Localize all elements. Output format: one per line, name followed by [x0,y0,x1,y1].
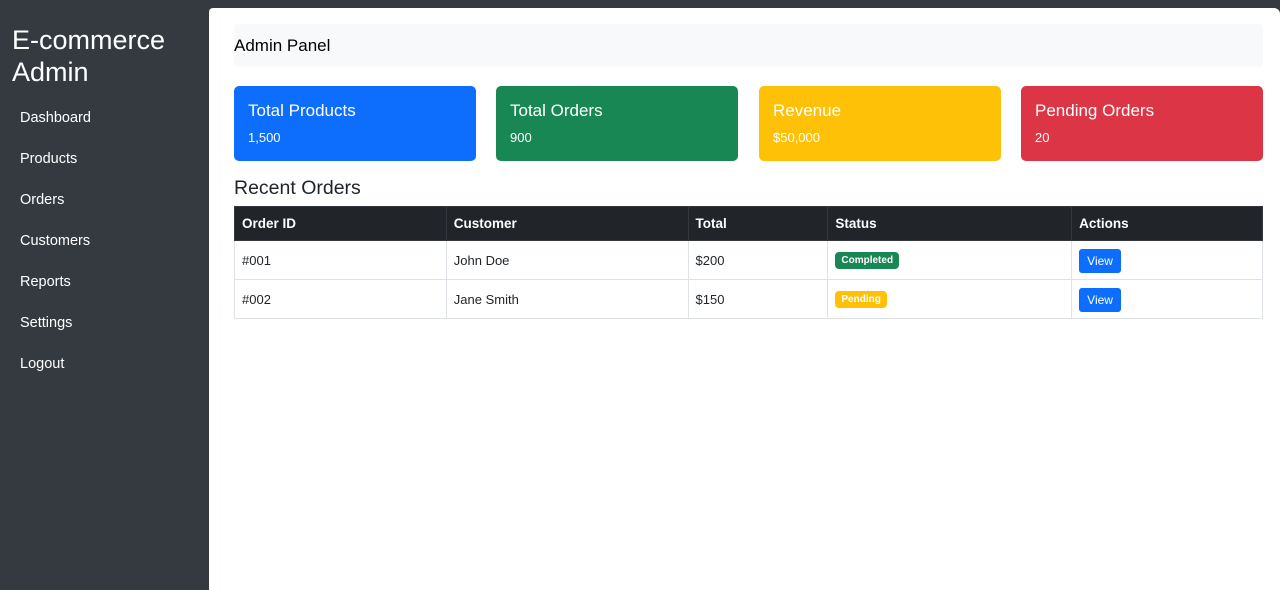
status-cell: Pending [827,279,1073,319]
status-cell: Completed [827,240,1073,280]
sidebar-item-reports[interactable]: Reports [0,262,209,303]
stat-card-value: 20 [1035,130,1050,145]
total-cell: $200 [687,240,829,280]
stat-card-pending-orders: Pending Orders 20 [1021,86,1263,161]
table-row: #001 John Doe $200 Completed View [234,240,1263,280]
stat-card-title: Total Products [248,101,356,120]
customer-cell: Jane Smith [445,279,689,319]
status-badge: Completed [835,252,900,269]
stat-card-revenue: Revenue $50,000 [759,86,1001,161]
sidebar: E-commerce Admin Dashboard Products Orde… [0,8,209,590]
view-order-button[interactable]: View [1079,249,1121,273]
total-cell: $150 [687,279,829,319]
status-badge: Pending [835,291,887,308]
sidebar-item-logout[interactable]: Logout [0,344,209,385]
page-title: Admin Panel [234,24,1263,67]
view-order-button[interactable]: View [1079,288,1121,312]
table-row: #002 Jane Smith $150 Pending View [234,279,1263,319]
stat-card-total-orders: Total Orders 900 [496,86,738,161]
recent-orders-heading: Recent Orders [234,177,361,199]
column-header-total: Total [687,206,829,241]
customer-cell: John Doe [445,240,689,280]
brand-line-1: E-commerce [12,25,166,55]
stat-card-total-products: Total Products 1,500 [234,86,476,161]
brand-title: E-commerce Admin [0,8,209,88]
order-id-cell: #002 [234,279,447,319]
stat-card-value: 1,500 [248,130,281,145]
sidebar-item-products[interactable]: Products [0,139,209,180]
stat-card-value: 900 [510,130,532,145]
sidebar-item-customers[interactable]: Customers [0,221,209,262]
order-id-cell: #001 [234,240,447,280]
actions-cell: View [1071,240,1263,280]
stat-card-value: $50,000 [773,130,820,145]
actions-cell: View [1071,279,1263,319]
column-header-customer: Customer [445,206,689,241]
main-content: Admin Panel Total Products 1,500 Total O… [209,8,1280,590]
sidebar-item-dashboard[interactable]: Dashboard [0,98,209,139]
sidebar-item-settings[interactable]: Settings [0,303,209,344]
column-header-actions: Actions [1071,206,1263,241]
column-header-status: Status [827,206,1073,241]
sidebar-nav: Dashboard Products Orders Customers Repo… [0,98,209,385]
brand-line-2: Admin [12,57,89,87]
stat-card-title: Revenue [773,101,842,120]
table-header-row: Order ID Customer Total Status Actions [234,206,1263,241]
window-top-bar [0,0,1280,8]
stat-card-title: Total Orders [510,101,603,120]
stat-card-title: Pending Orders [1035,101,1155,120]
recent-orders-table: Order ID Customer Total Status Actions #… [234,206,1263,319]
stat-cards: Total Products 1,500 Total Orders 900 Re… [234,86,1263,162]
sidebar-item-orders[interactable]: Orders [0,180,209,221]
column-header-order-id: Order ID [234,206,447,241]
